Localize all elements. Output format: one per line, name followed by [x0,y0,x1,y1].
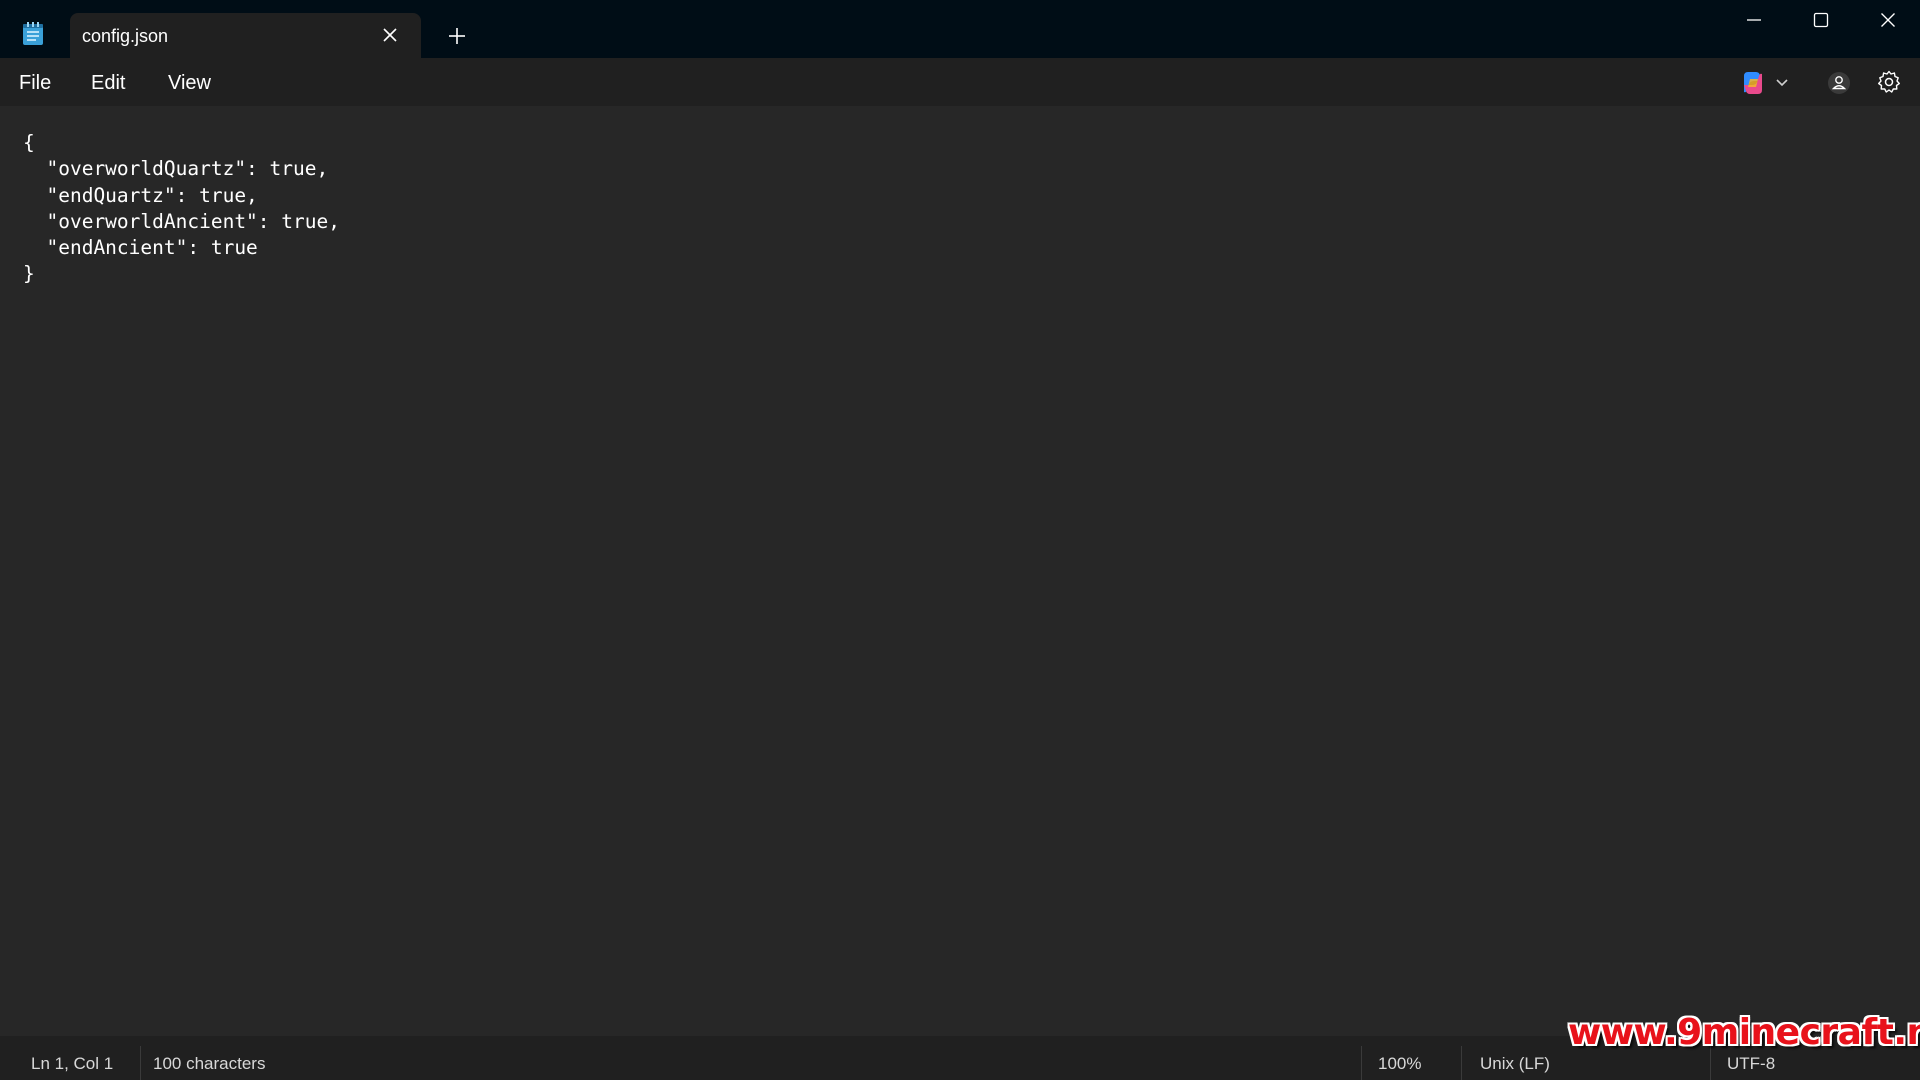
minimize-button[interactable] [1721,0,1787,40]
menu-file[interactable]: File [19,72,51,95]
account-button[interactable] [1826,70,1852,96]
editor-content[interactable]: { "overworldQuartz": true, "endQuartz": … [23,130,340,288]
zoom-level[interactable]: 100% [1378,1054,1421,1074]
watermark: www.9minecraft.net [1568,1012,1920,1053]
new-tab-button[interactable] [444,23,470,49]
account-icon [1828,72,1850,94]
minimize-icon [1747,19,1761,21]
tab-title: config.json [82,26,169,46]
plus-icon [449,28,465,44]
status-divider [140,1046,141,1080]
close-tab-button[interactable] [378,23,402,47]
copilot-button[interactable] [1740,70,1794,96]
gear-icon [1878,70,1900,93]
close-icon [1881,13,1895,27]
title-bar: config.json [0,0,1920,58]
text-editor[interactable]: { "overworldQuartz": true, "endQuartz": … [0,106,1920,1036]
status-divider [1461,1046,1462,1080]
encoding[interactable]: UTF-8 [1727,1054,1775,1074]
character-count: 100 characters [153,1054,266,1073]
cursor-position[interactable]: Ln 1, Col 1 [31,1054,113,1074]
menu-view[interactable]: View [168,72,211,95]
menu-bar: File Edit View [0,58,1920,106]
copilot-icon [1744,72,1788,94]
notepad-window: config.json File Edit View {"overworldQ… [0,0,1920,1080]
notepad-icon [23,22,43,45]
close-window-button[interactable] [1855,0,1920,40]
line-ending[interactable]: Unix (LF) [1480,1054,1550,1074]
status-divider [1361,1046,1362,1080]
maximize-icon [1813,12,1829,28]
settings-button[interactable] [1876,69,1902,95]
menu-edit[interactable]: Edit [91,72,125,95]
tab-config-json[interactable]: config.json [70,13,421,58]
close-icon [383,28,397,42]
maximize-button[interactable] [1788,0,1854,40]
